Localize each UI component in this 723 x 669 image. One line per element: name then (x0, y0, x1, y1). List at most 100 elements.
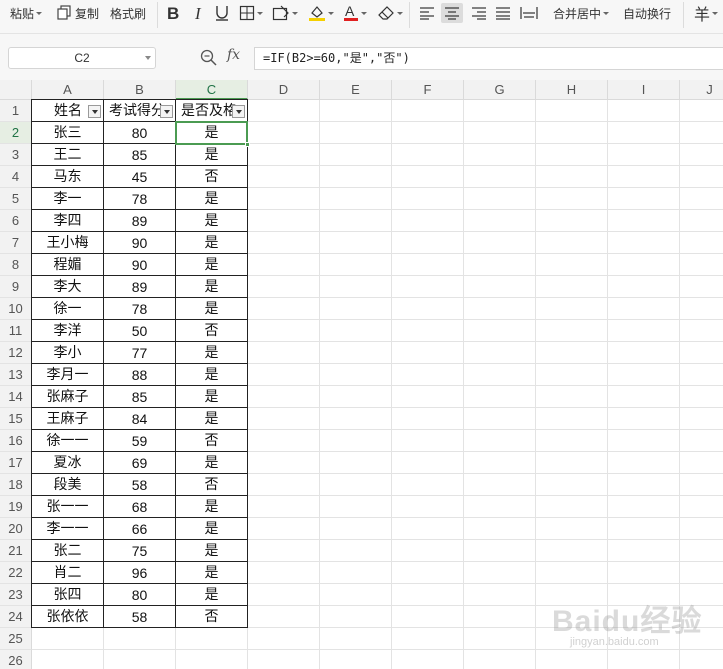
table-cell[interactable]: 是 (176, 386, 248, 408)
table-cell[interactable]: 88 (104, 364, 176, 386)
table-cell[interactable]: 75 (104, 540, 176, 562)
row-header[interactable]: 12 (0, 342, 32, 364)
table-cell[interactable]: 否 (176, 474, 248, 496)
column-header[interactable]: G (464, 80, 536, 100)
spreadsheet-grid[interactable]: A B C D E F G H I J 1 2 3 4 5 6 7 8 9 10 11 12 13 14 15 16 17 18 19 2… (0, 80, 723, 669)
table-cell[interactable]: 68 (104, 496, 176, 518)
table-cell[interactable]: 马东 (31, 166, 104, 188)
row-header[interactable]: 17 (0, 452, 32, 474)
table-cell[interactable]: 张三 (31, 122, 104, 144)
currency-button[interactable]: 羊 (694, 3, 719, 24)
align-center-icon[interactable] (441, 3, 463, 23)
table-cell[interactable]: 是 (176, 298, 248, 320)
column-header[interactable]: D (248, 80, 320, 100)
row-header[interactable]: 20 (0, 518, 32, 540)
table-cell[interactable]: 肖二 (31, 562, 104, 584)
table-cell[interactable]: 80 (104, 584, 176, 606)
table-cell[interactable]: 李一 (31, 188, 104, 210)
table-cell[interactable]: 李月一 (31, 364, 104, 386)
row-header[interactable]: 5 (0, 188, 32, 210)
table-cell[interactable]: 66 (104, 518, 176, 540)
row-header[interactable]: 24 (0, 606, 32, 628)
row-header[interactable]: 13 (0, 364, 32, 386)
table-cell[interactable]: 89 (104, 210, 176, 232)
border-icon[interactable] (239, 3, 263, 23)
table-cell[interactable]: 是 (176, 452, 248, 474)
table-cell[interactable]: 李一一 (31, 518, 104, 540)
table-cell[interactable]: 李四 (31, 210, 104, 232)
header-cell[interactable]: 考试得分 (104, 99, 176, 122)
table-cell[interactable]: 是 (176, 188, 248, 210)
fill-style-icon[interactable] (272, 3, 298, 23)
bold-icon[interactable]: B (166, 3, 180, 23)
format-painter-button[interactable]: 格式刷 (110, 3, 146, 23)
table-cell[interactable]: 是 (176, 210, 248, 232)
table-cell[interactable]: 否 (176, 606, 248, 628)
name-box[interactable]: C2 (8, 47, 156, 69)
row-header[interactable]: 11 (0, 320, 32, 342)
merge-center-button[interactable]: 合并居中 (553, 3, 610, 23)
table-cell[interactable]: 是 (176, 562, 248, 584)
row-header[interactable]: 2 (0, 122, 32, 144)
select-all-corner[interactable] (0, 80, 32, 100)
row-header[interactable]: 19 (0, 496, 32, 518)
table-cell[interactable]: 69 (104, 452, 176, 474)
fill-handle[interactable] (245, 142, 250, 147)
row-header[interactable]: 15 (0, 408, 32, 430)
table-cell[interactable]: 96 (104, 562, 176, 584)
row-header[interactable]: 10 (0, 298, 32, 320)
table-cell[interactable]: 80 (104, 122, 176, 144)
table-cell[interactable]: 是 (176, 122, 248, 144)
row-header[interactable]: 22 (0, 562, 32, 584)
table-cell[interactable]: 是 (176, 276, 248, 298)
row-header[interactable]: 7 (0, 232, 32, 254)
table-cell[interactable]: 李洋 (31, 320, 104, 342)
formula-input[interactable]: =IF(B2>=60,"是","否") (254, 47, 723, 70)
table-cell[interactable]: 张二 (31, 540, 104, 562)
row-header[interactable]: 18 (0, 474, 32, 496)
table-cell[interactable]: 50 (104, 320, 176, 342)
header-cell[interactable]: 姓名 (31, 99, 104, 122)
table-cell[interactable]: 王二 (31, 144, 104, 166)
column-header[interactable]: F (392, 80, 464, 100)
table-cell[interactable]: 王麻子 (31, 408, 104, 430)
underline-icon[interactable] (214, 3, 230, 23)
table-cell[interactable]: 否 (176, 320, 248, 342)
table-cell[interactable]: 90 (104, 232, 176, 254)
table-cell[interactable]: 徐一一 (31, 430, 104, 452)
row-header[interactable]: 9 (0, 276, 32, 298)
row-header[interactable]: 6 (0, 210, 32, 232)
column-header[interactable]: H (536, 80, 608, 100)
table-cell[interactable]: 李小 (31, 342, 104, 364)
table-cell[interactable]: 程媚 (31, 254, 104, 276)
table-cell[interactable]: 张一一 (31, 496, 104, 518)
table-cell[interactable]: 张依依 (31, 606, 104, 628)
distributed-align-icon[interactable] (520, 3, 538, 23)
table-cell[interactable]: 是 (176, 232, 248, 254)
copy-button[interactable]: 复制 (56, 3, 99, 23)
row-header[interactable]: 25 (0, 628, 32, 650)
table-cell[interactable]: 84 (104, 408, 176, 430)
table-cell[interactable]: 夏冰 (31, 452, 104, 474)
table-cell[interactable]: 是 (176, 408, 248, 430)
table-cell[interactable]: 是 (176, 144, 248, 166)
header-cell[interactable]: 是否及格 (176, 99, 248, 122)
table-cell[interactable]: 45 (104, 166, 176, 188)
table-cell[interactable]: 否 (176, 430, 248, 452)
column-header[interactable]: E (320, 80, 392, 100)
table-cell[interactable]: 是 (176, 342, 248, 364)
italic-icon[interactable]: I (193, 3, 205, 23)
row-header[interactable]: 16 (0, 430, 32, 452)
table-cell[interactable]: 77 (104, 342, 176, 364)
clear-format-icon[interactable] (377, 3, 403, 23)
justify-icon[interactable] (495, 3, 511, 23)
table-cell[interactable]: 90 (104, 254, 176, 276)
paste-button[interactable]: 粘贴 (10, 3, 43, 23)
fill-color-icon[interactable] (308, 3, 334, 23)
row-header[interactable]: 23 (0, 584, 32, 606)
table-cell[interactable]: 段美 (31, 474, 104, 496)
table-cell[interactable]: 是 (176, 364, 248, 386)
filter-dropdown-icon[interactable] (232, 105, 245, 118)
row-header[interactable]: 3 (0, 144, 32, 166)
table-cell[interactable]: 58 (104, 606, 176, 628)
